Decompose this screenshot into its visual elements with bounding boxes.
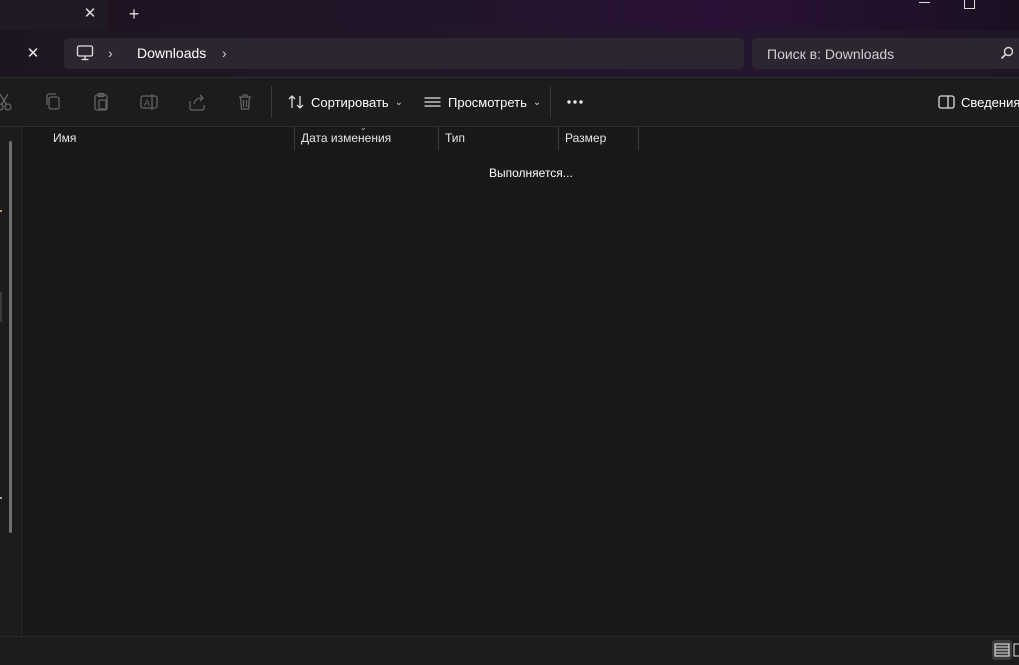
column-header-type[interactable]: Тип (445, 127, 465, 151)
rename-icon[interactable]: A (139, 92, 159, 112)
scrollbar[interactable] (9, 141, 12, 533)
sort-label: Сортировать (311, 94, 389, 110)
details-label: Сведения (961, 94, 1019, 110)
view-label: Просмотреть (448, 94, 527, 110)
column-separator[interactable] (294, 127, 295, 150)
column-separator[interactable] (638, 127, 639, 150)
search-field[interactable]: Поиск в: Downloads (752, 38, 1019, 69)
column-separator[interactable] (558, 127, 559, 150)
details-view-icon (994, 643, 1010, 657)
paste-icon[interactable] (91, 92, 111, 112)
chevron-down-icon: ⌄ (394, 96, 404, 108)
breadcrumb-chevron-icon[interactable]: › (222, 43, 234, 63)
view-button[interactable]: Просмотреть ⌄ (423, 90, 541, 114)
sort-button[interactable]: Сортировать ⌄ (287, 90, 403, 114)
tiles-view-icon[interactable] (1013, 640, 1019, 660)
loading-status: Выполняется... (489, 166, 573, 180)
command-bar: A Сортировать ⌄ Просмотреть ⌄ Сведения (0, 78, 1019, 127)
more-options-icon[interactable] (566, 94, 584, 110)
svg-text:A: A (144, 98, 150, 108)
details-view-button[interactable] (992, 640, 1012, 660)
details-pane-button[interactable]: Сведения (938, 90, 1019, 114)
nav-item-marker (0, 292, 2, 322)
file-list[interactable]: Имя ⌄ Дата изменения Тип Размер Выполняе… (22, 123, 1019, 635)
toolbar-divider (550, 86, 551, 118)
new-tab-button[interactable]: + (124, 4, 144, 24)
search-icon[interactable] (1000, 46, 1014, 60)
toolbar-divider (271, 86, 272, 118)
column-header-name[interactable]: Имя (53, 127, 76, 151)
address-bar: ✕ › Downloads › Поиск в: Downloads (0, 30, 1019, 78)
nav-item-marker (0, 497, 2, 499)
sort-icon (288, 95, 304, 109)
close-icon[interactable]: ✕ (22, 43, 44, 65)
nav-item-marker (0, 210, 2, 212)
active-tab[interactable]: ✕ (0, 0, 108, 30)
column-separator[interactable] (438, 127, 439, 150)
copy-icon[interactable] (43, 92, 63, 112)
details-pane-icon (938, 95, 955, 109)
chevron-down-icon: ⌄ (532, 96, 542, 108)
view-list-icon (424, 97, 441, 107)
column-header-size[interactable]: Размер (565, 127, 606, 151)
close-tab-button[interactable]: ✕ (80, 4, 100, 24)
navigation-pane[interactable] (0, 127, 22, 635)
breadcrumb-item-downloads[interactable]: Downloads (137, 45, 206, 61)
breadcrumb[interactable]: › Downloads › (64, 38, 744, 69)
breadcrumb-chevron-icon[interactable]: › (108, 43, 120, 63)
cut-icon[interactable] (0, 92, 14, 112)
this-pc-icon[interactable] (76, 44, 94, 62)
minimize-button[interactable] (912, 0, 938, 12)
share-icon[interactable] (187, 92, 207, 112)
title-bar: ✕ + (0, 0, 1019, 30)
status-bar (0, 636, 1019, 663)
maximize-button[interactable] (956, 0, 982, 12)
delete-icon[interactable] (235, 92, 255, 112)
search-input[interactable]: Поиск в: Downloads (767, 46, 894, 62)
column-header-modified[interactable]: Дата изменения (301, 127, 391, 151)
